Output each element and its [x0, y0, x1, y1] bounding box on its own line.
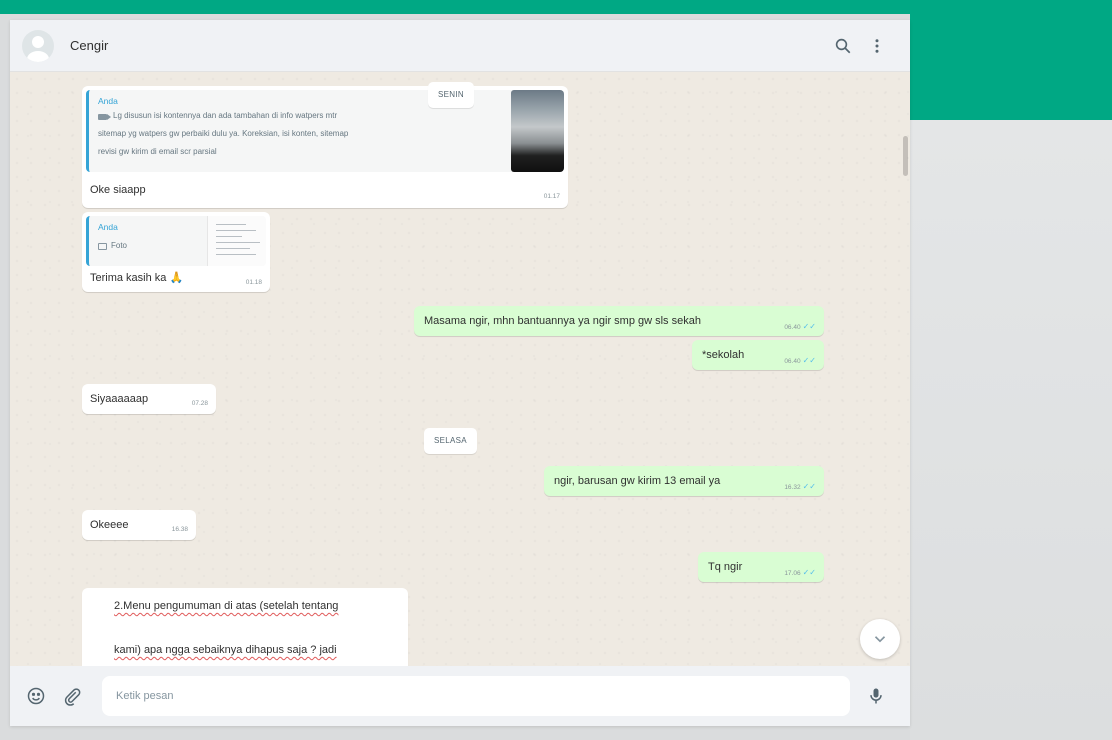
quoted-message[interactable]: Anda Foto	[86, 216, 266, 266]
message-outgoing[interactable]: Masama ngir, mhn bantuannya ya ngir smp …	[414, 306, 824, 336]
message-text: Terima kasih ka 🙏	[90, 272, 184, 284]
read-tick-icon: ✓✓	[802, 482, 816, 491]
chat-window: Cengir Anda Lg disusun isi kontennya dan…	[10, 20, 910, 726]
quote-text-line: sitemap yg watpers gw perbaiki dulu ya. …	[98, 129, 349, 138]
message-incoming[interactable]: Anda Foto Terima kasih ka 🙏 01.18	[82, 212, 270, 292]
message-text: *sekolah	[702, 349, 745, 361]
folded-hands-emoji: 🙏	[169, 272, 184, 284]
scrollbar-thumb[interactable]	[903, 136, 908, 176]
message-text-line: kami) apa ngga sebaiknya dihapus saja ? …	[114, 644, 337, 656]
quoted-message[interactable]: Anda Lg disusun isi kontennya dan ada ta…	[86, 90, 564, 172]
quote-text-line: Lg disusun isi kontennya dan ada tambaha…	[113, 111, 338, 120]
search-icon[interactable]	[826, 29, 860, 63]
message-time: 16.38	[171, 526, 188, 533]
message-incoming[interactable]: Siyaaaaaap 07.28	[82, 384, 216, 414]
scroll-to-bottom-button[interactable]	[860, 619, 900, 659]
vertical-dots-menu-icon[interactable]	[860, 29, 894, 63]
avatar[interactable]	[22, 29, 54, 62]
quote-author: Anda	[98, 222, 118, 232]
quote-author: Anda	[98, 96, 118, 106]
message-incoming[interactable]: Okeeee 16.38	[82, 510, 196, 540]
message-list[interactable]: Anda Lg disusun isi kontennya dan ada ta…	[10, 72, 910, 666]
message-time: 16.32 ✓✓	[784, 482, 816, 491]
emoji-smiley-icon[interactable]	[18, 678, 54, 714]
message-outgoing[interactable]: *sekolah 06.40 ✓✓	[692, 340, 824, 370]
quote-text-line: revisi gw kirim di email scr parsial	[98, 147, 217, 156]
microphone-icon[interactable]	[858, 678, 894, 714]
quote-photo-thumbnail	[207, 216, 266, 266]
message-text: ngir, barusan gw kirim 13 email ya	[554, 475, 721, 487]
photo-icon	[98, 243, 107, 250]
message-text: Oke siaapp	[90, 184, 146, 196]
message-outgoing[interactable]: Tq ngir 17.06 ✓✓	[698, 552, 824, 582]
message-text: Okeeee	[90, 519, 129, 531]
compose-bar	[10, 666, 910, 726]
message-input[interactable]	[102, 676, 850, 716]
message-text-line: 2.Menu pengumuman di atas (setelah tenta…	[114, 600, 339, 612]
chat-header: Cengir	[10, 20, 910, 72]
message-outgoing[interactable]: ngir, barusan gw kirim 13 email ya 16.32…	[544, 466, 824, 496]
day-divider: SELASA	[424, 428, 477, 454]
brand-block	[910, 14, 1112, 120]
video-icon	[98, 114, 107, 120]
video-icon-lens	[107, 114, 111, 120]
contact-name[interactable]: Cengir	[70, 38, 108, 53]
read-tick-icon: ✓✓	[802, 568, 816, 577]
brand-strip	[0, 0, 1112, 14]
message-time: 17.06 ✓✓	[784, 568, 816, 577]
message-time: 06.40 ✓✓	[784, 322, 816, 331]
message-time: 01.18	[245, 279, 262, 286]
message-time: 01.17	[543, 193, 560, 200]
message-text: Tq ngir	[708, 561, 743, 573]
quote-label: Foto	[111, 241, 128, 250]
message-text: Masama ngir, mhn bantuannya ya ngir smp …	[424, 315, 701, 327]
read-tick-icon: ✓✓	[802, 356, 816, 365]
chevron-down-icon	[874, 636, 886, 643]
day-divider: SENIN	[428, 82, 474, 108]
message-time: 06.40 ✓✓	[784, 356, 816, 365]
message-incoming[interactable]: 2.Menu pengumuman di atas (setelah tenta…	[82, 588, 408, 666]
quote-video-thumbnail	[511, 90, 564, 172]
message-incoming[interactable]: Anda Lg disusun isi kontennya dan ada ta…	[82, 86, 568, 208]
message-time: 07.28	[191, 400, 208, 407]
paperclip-icon[interactable]	[54, 678, 90, 714]
read-tick-icon: ✓✓	[802, 322, 816, 331]
background-right	[910, 120, 1112, 740]
message-text: Siyaaaaaap	[90, 393, 149, 405]
